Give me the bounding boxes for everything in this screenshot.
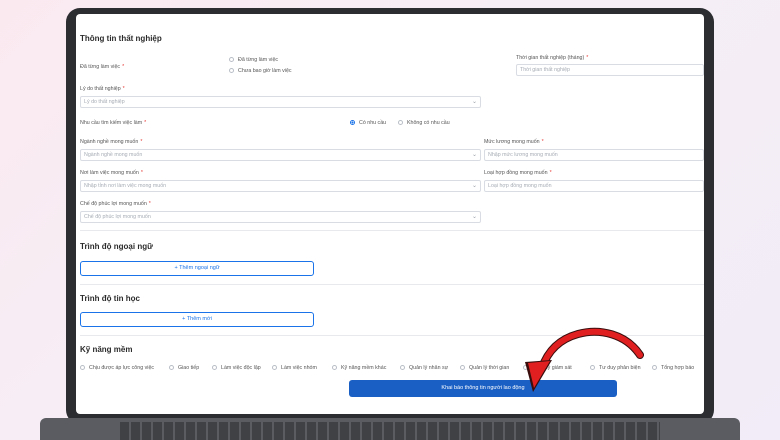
add-it-skill-button[interactable]: + Thêm mới [80,312,314,327]
benefits-select[interactable]: Chế độ phúc lợi mong muốn ⌄ [80,211,481,223]
career-label: Ngành nghề mong muốn * [80,139,143,145]
salary-input[interactable]: Nhập mức lương mong muốn [484,149,704,161]
workplace-label: Nơi làm việc mong muốn * [80,170,143,176]
soft-skill-item[interactable]: Quản lý thời gian [460,365,509,371]
soft-skill-item[interactable]: Giao tiếp [169,365,199,371]
checkbox-icon [460,365,465,371]
form-screen: Thông tin thất nghiệp Đã từng làm việc * … [76,14,704,414]
soft-skill-item[interactable]: Kỹ năng mềm khác [332,365,386,371]
career-select[interactable]: Ngành nghề mong muốn ⌄ [80,149,481,161]
reason-label: Lý do thất nghiệp * [80,86,125,92]
salary-label: Mức lương mong muốn * [484,139,544,145]
radio-selected-icon [350,120,355,126]
chevron-down-icon: ⌄ [471,99,477,105]
checkbox-icon [169,365,174,371]
job-need-label: Nhu cầu tìm kiếm việc làm * [80,120,147,126]
checkbox-icon [212,365,217,371]
soft-skill-item[interactable]: Quản lý giám sát [523,365,572,371]
soft-skill-item[interactable]: Chịu được áp lực công việc [80,365,154,371]
soft-skill-item[interactable]: Làm việc nhóm [272,365,317,371]
it-skills-section-title: Trình độ tin học [80,294,140,303]
reason-select[interactable]: Lý do thất nghiệp ⌄ [80,96,481,108]
chevron-down-icon: ⌄ [471,183,477,189]
foreign-language-section-title: Trình độ ngoại ngữ [80,242,153,251]
checkbox-icon [652,365,657,371]
soft-skill-item[interactable]: Làm việc độc lập [212,365,261,371]
contract-select[interactable]: Loại hợp đồng mong muốn [484,180,704,192]
duration-input[interactable]: Thời gian thất nghiệp [516,64,704,76]
radio-option-no-need[interactable]: Không có nhu cầu [398,120,450,126]
unemployment-section-title: Thông tin thất nghiệp [80,34,162,43]
divider [80,230,704,231]
chevron-down-icon: ⌄ [471,152,477,158]
submit-employee-info-button[interactable]: Khai báo thông tin người lao động [349,380,617,397]
chevron-down-icon: ⌄ [471,214,477,220]
checkbox-icon [400,365,405,371]
benefits-label: Chế độ phúc lợi mong muốn * [80,201,151,207]
soft-skill-item[interactable]: Tổng hợp báo [652,365,694,371]
divider [80,284,704,285]
workplace-select[interactable]: Nhập tỉnh nơi làm việc mong muốn ⌄ [80,180,481,192]
contract-label: Loại hợp đồng mong muốn * [484,170,552,176]
checkbox-icon [80,365,85,371]
radio-icon [229,57,234,63]
laptop-keyboard [120,422,660,440]
worked-label: Đã từng làm việc * [80,64,125,70]
checkbox-icon [523,365,528,371]
soft-skill-item[interactable]: Tư duy phản biện [590,365,641,371]
checkbox-icon [590,365,595,371]
soft-skills-section-title: Kỹ năng mềm [80,345,133,354]
radio-icon [229,68,234,74]
duration-label: Thời gian thất nghiệp (tháng) * [516,55,589,61]
radio-option-never-worked[interactable]: Chưa bao giờ làm việc [229,68,292,74]
checkbox-icon [272,365,277,371]
soft-skill-item[interactable]: Quản lý nhân sự [400,365,448,371]
radio-option-has-need[interactable]: Có nhu cầu [350,120,386,126]
radio-icon [398,120,403,126]
add-foreign-language-button[interactable]: + Thêm ngoại ngữ [80,261,314,276]
radio-option-worked[interactable]: Đã từng làm việc [229,57,278,63]
divider [80,335,704,336]
checkbox-icon [332,365,337,371]
